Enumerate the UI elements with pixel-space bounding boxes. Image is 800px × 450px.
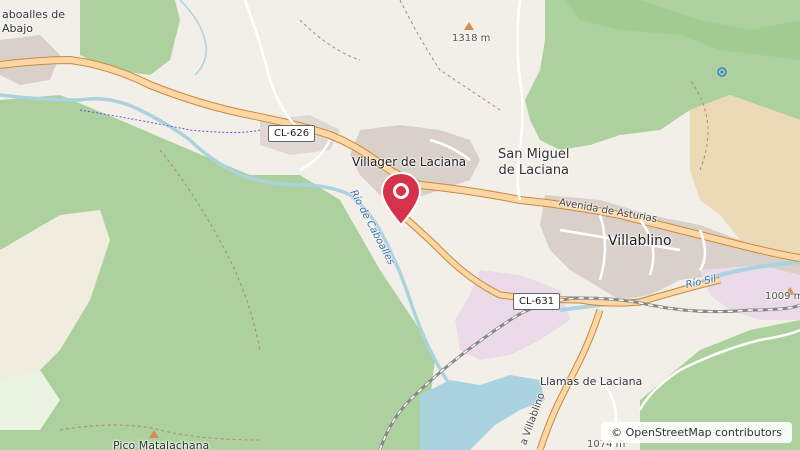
elevation-label: 1009 m [765,291,800,302]
place-label-villablino: Villablino [608,233,672,249]
copyright-symbol: © [611,426,623,439]
place-label-villager: Villager de Laciana [352,155,467,169]
attribution-link[interactable]: OpenStreetMap contributors [626,426,782,439]
place-label-san-miguel: San Miguel de Laciana [498,147,570,178]
road-shield-cl626: CL-626 [268,125,316,142]
place-label-pico-matalachana: Pico Matalachana [113,439,210,450]
place-label-llamas: Llamas de Laciana [540,375,643,388]
map-pin-icon[interactable] [379,171,423,229]
map-view[interactable]: aboalles de Abajo Villager de Laciana Sa… [0,0,800,450]
road-shield-cl631: CL-631 [513,293,561,310]
place-label-caboalles-abajo: aboalles de Abajo [2,8,66,35]
elevation-label: 1318 m [452,33,491,44]
attribution: © OpenStreetMap contributors [601,422,792,443]
